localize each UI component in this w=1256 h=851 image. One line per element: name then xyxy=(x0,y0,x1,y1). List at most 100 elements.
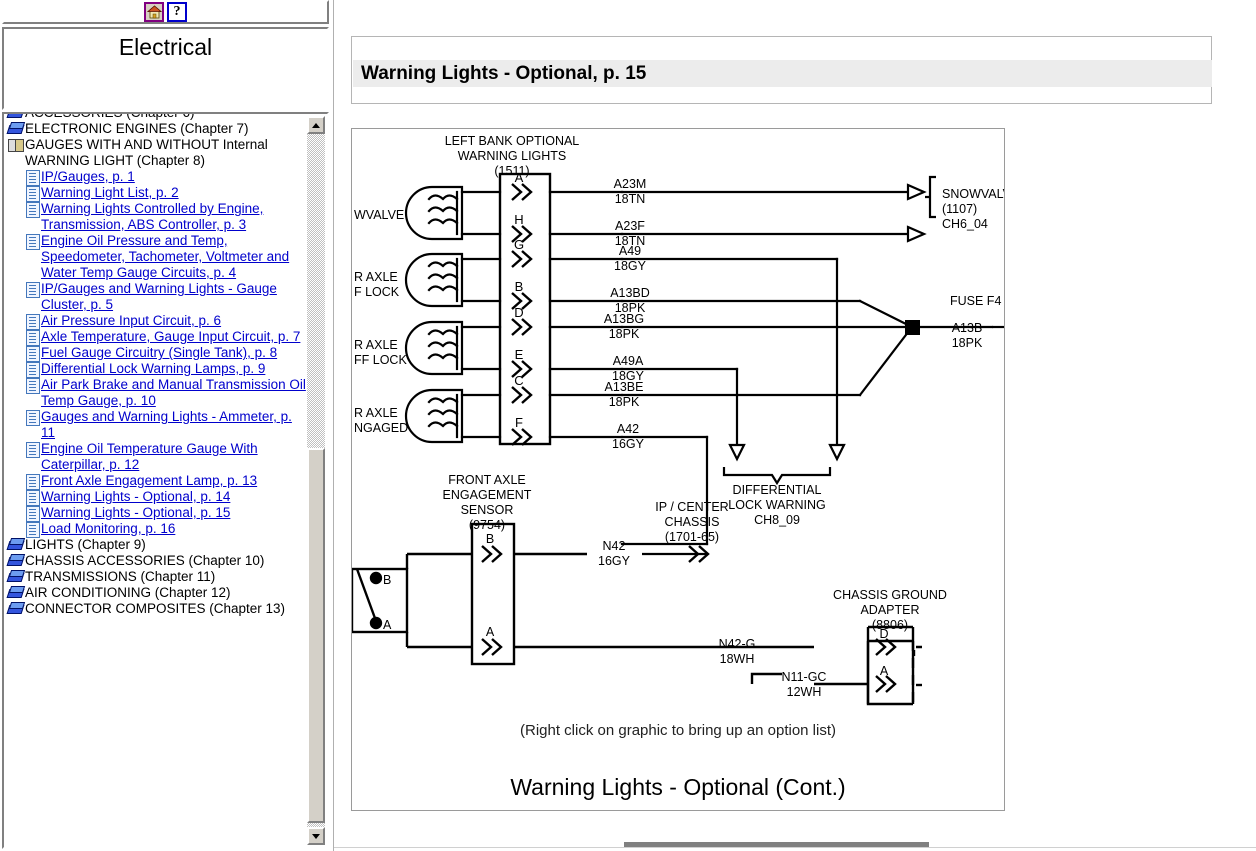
chevron-down-icon xyxy=(312,833,320,839)
bottom-divider xyxy=(334,847,1256,848)
tree-item-label[interactable]: Fuel Gauge Circuitry (Single Tank), p. 8 xyxy=(41,345,277,361)
tree-item-label: ACCESSORIES (Chapter 6) xyxy=(25,114,195,121)
tree-item-label: CHASSIS ACCESSORIES (Chapter 10) xyxy=(25,553,265,568)
wire-name-3: A13BD xyxy=(610,286,650,300)
tree-item-18[interactable]: Load Monitoring, p. 16 xyxy=(4,521,309,538)
tree-item-15[interactable]: Front Axle Engagement Lamp, p. 13 xyxy=(4,473,309,490)
tree-item-label[interactable]: Warning Lights - Optional, p. 14 xyxy=(41,489,230,505)
tree-item-label: ELECTRONIC ENGINES (Chapter 7) xyxy=(25,121,249,136)
axle-sensor-line3: SENSOR xyxy=(461,503,514,517)
tree-item-label[interactable]: Gauges and Warning Lights - Ammeter, p. … xyxy=(41,409,307,441)
tree-item-13[interactable]: Gauges and Warning Lights - Ammeter, p. … xyxy=(4,409,309,441)
axle-sensor-line1: FRONT AXLE xyxy=(448,473,526,487)
closed-book-icon xyxy=(8,602,24,617)
difflock-line3: CH8_09 xyxy=(754,513,800,527)
axle-sensor-code: (9754) xyxy=(469,518,505,532)
tree-scrollbar[interactable] xyxy=(307,116,325,845)
page-icon xyxy=(26,234,40,250)
tree-item-label[interactable]: Air Park Brake and Manual Transmission O… xyxy=(41,377,307,409)
wire-name-7: A42 xyxy=(617,422,639,436)
tree-item-23[interactable]: CONNECTOR COMPOSITES (Chapter 13) xyxy=(4,601,309,617)
pin-label-0: A xyxy=(515,170,524,185)
scroll-up-button[interactable] xyxy=(307,116,325,134)
tree-item-label[interactable]: Differential Lock Warning Lamps, p. 9 xyxy=(41,361,265,377)
wire-name-5: A49A xyxy=(613,354,644,368)
connector-title-line2: WARNING LIGHTS xyxy=(458,149,567,163)
tree-item-label[interactable]: Engine Oil Pressure and Temp, Speedomete… xyxy=(41,233,307,281)
tree-item-label[interactable]: Front Axle Engagement Lamp, p. 13 xyxy=(41,473,257,489)
tree-item-17[interactable]: Warning Lights - Optional, p. 15 xyxy=(4,505,309,522)
pin-label-1: H xyxy=(514,212,523,227)
house-glyph xyxy=(146,5,162,19)
scrollbar-track[interactable] xyxy=(307,134,325,827)
scrollbar-thumb[interactable] xyxy=(307,448,325,823)
tree-item-1[interactable]: ELECTRONIC ENGINES (Chapter 7) xyxy=(4,121,309,137)
tree-item-4[interactable]: Warning Light List, p. 2 xyxy=(4,185,309,202)
ip-chassis-line1: IP / CENTER xyxy=(655,500,728,514)
help-icon[interactable]: ? xyxy=(167,2,187,22)
tree-item-8[interactable]: Air Pressure Input Circuit, p. 6 xyxy=(4,313,309,330)
tree-item-12[interactable]: Air Park Brake and Manual Transmission O… xyxy=(4,377,309,409)
document-header: Warning Lights - Optional, p. 15 xyxy=(351,36,1212,104)
schematic-graphic[interactable]: LEFT BANK OPTIONAL WARNING LIGHTS (1511)… xyxy=(351,128,1005,811)
tree-item-label[interactable]: IP/Gauges, p. 1 xyxy=(41,169,135,185)
difflock-line1: DIFFERENTIAL xyxy=(733,483,822,497)
schematic-canvas[interactable]: LEFT BANK OPTIONAL WARNING LIGHTS (1511)… xyxy=(352,129,1004,810)
tree-item-label[interactable]: IP/Gauges and Warning Lights - Gauge Clu… xyxy=(41,281,307,313)
tree-item-21[interactable]: TRANSMISSIONS (Chapter 11) xyxy=(4,569,309,585)
lamp-label-2a: R AXLE xyxy=(354,270,398,284)
chassis-ground-line1: CHASSIS GROUND xyxy=(833,588,947,602)
tree-item-label[interactable]: Warning Lights Controlled by Engine, Tra… xyxy=(41,201,307,233)
toolbar: ? xyxy=(2,0,329,24)
home-icon[interactable] xyxy=(144,2,164,22)
tree-item-label: GAUGES WITH AND WITHOUT Internal WARNING… xyxy=(25,137,268,168)
switch-terminal-bottom: A xyxy=(383,618,392,632)
n42-name: N42 xyxy=(603,539,626,553)
scroll-down-button[interactable] xyxy=(307,827,325,845)
tree-list[interactable]: ACCESSORIES (Chapter 6)ELECTRONIC ENGINE… xyxy=(4,114,309,847)
page-icon xyxy=(26,202,40,218)
wire-name-2: A49 xyxy=(619,244,641,258)
tree-item-7[interactable]: IP/Gauges and Warning Lights - Gauge Clu… xyxy=(4,281,309,313)
tree-item-16[interactable]: Warning Lights - Optional, p. 14 xyxy=(4,489,309,506)
tree-item-11[interactable]: Differential Lock Warning Lamps, p. 9 xyxy=(4,361,309,378)
tree-item-9[interactable]: Axle Temperature, Gauge Input Circuit, p… xyxy=(4,329,309,346)
snowvalve-line1: SNOWVALVE xyxy=(942,187,1004,201)
tree-item-label[interactable]: Warning Lights - Optional, p. 15 xyxy=(41,505,230,521)
tree-item-6[interactable]: Engine Oil Pressure and Temp, Speedomete… xyxy=(4,233,309,281)
ip-chassis-line2: CHASSIS xyxy=(665,515,720,529)
connector-title-line1: LEFT BANK OPTIONAL xyxy=(445,134,580,148)
tree-item-14[interactable]: Engine Oil Temperature Gauge With Caterp… xyxy=(4,441,309,473)
lamp-label-4b: NGAGED xyxy=(354,421,408,435)
wire-name-0: A23M xyxy=(614,177,647,191)
navigation-pane: ? Electrical ACCESSORIES (Chapter 6)ELEC… xyxy=(0,0,333,851)
snowvalve-line3: CH6_04 xyxy=(942,217,988,231)
tree-item-label[interactable]: Axle Temperature, Gauge Input Circuit, p… xyxy=(41,329,300,345)
lamp-label-2b: F LOCK xyxy=(354,285,400,299)
tree-item-20[interactable]: CHASSIS ACCESSORIES (Chapter 10) xyxy=(4,553,309,569)
tree-item-22[interactable]: AIR CONDITIONING (Chapter 12) xyxy=(4,585,309,601)
open-book-icon xyxy=(8,138,24,153)
tree-item-5[interactable]: Warning Lights Controlled by Engine, Tra… xyxy=(4,201,309,233)
tree-item-label[interactable]: Load Monitoring, p. 16 xyxy=(41,521,175,537)
tree-item-label[interactable]: Air Pressure Input Circuit, p. 6 xyxy=(41,313,221,329)
wiring-diagram[interactable]: LEFT BANK OPTIONAL WARNING LIGHTS (1511)… xyxy=(352,129,1004,810)
page-icon xyxy=(26,474,40,490)
tree-item-label[interactable]: Engine Oil Temperature Gauge With Caterp… xyxy=(41,441,307,473)
tree-item-label[interactable]: Warning Light List, p. 2 xyxy=(41,185,179,201)
closed-book-icon xyxy=(8,586,24,601)
wire-gauge-7: 16GY xyxy=(612,437,645,451)
tree-item-label: AIR CONDITIONING (Chapter 12) xyxy=(25,585,231,600)
n42g-name: N42-G xyxy=(719,637,756,651)
tree-item-0[interactable]: ACCESSORIES (Chapter 6) xyxy=(4,114,309,121)
tree-item-3[interactable]: IP/Gauges, p. 1 xyxy=(4,169,309,186)
tree-item-10[interactable]: Fuel Gauge Circuitry (Single Tank), p. 8 xyxy=(4,345,309,362)
wire-name-1: A23F xyxy=(615,219,645,233)
wire-gauge-6: 18PK xyxy=(609,395,640,409)
tree-item-19[interactable]: LIGHTS (Chapter 9) xyxy=(4,537,309,553)
n42-gauge: 16GY xyxy=(598,554,631,568)
fuse-label: FUSE F4 xyxy=(950,294,1001,308)
page-icon xyxy=(26,314,40,330)
axle-sensor-pin-bottom: A xyxy=(486,625,495,639)
tree-item-2[interactable]: GAUGES WITH AND WITHOUT Internal WARNING… xyxy=(4,137,309,169)
